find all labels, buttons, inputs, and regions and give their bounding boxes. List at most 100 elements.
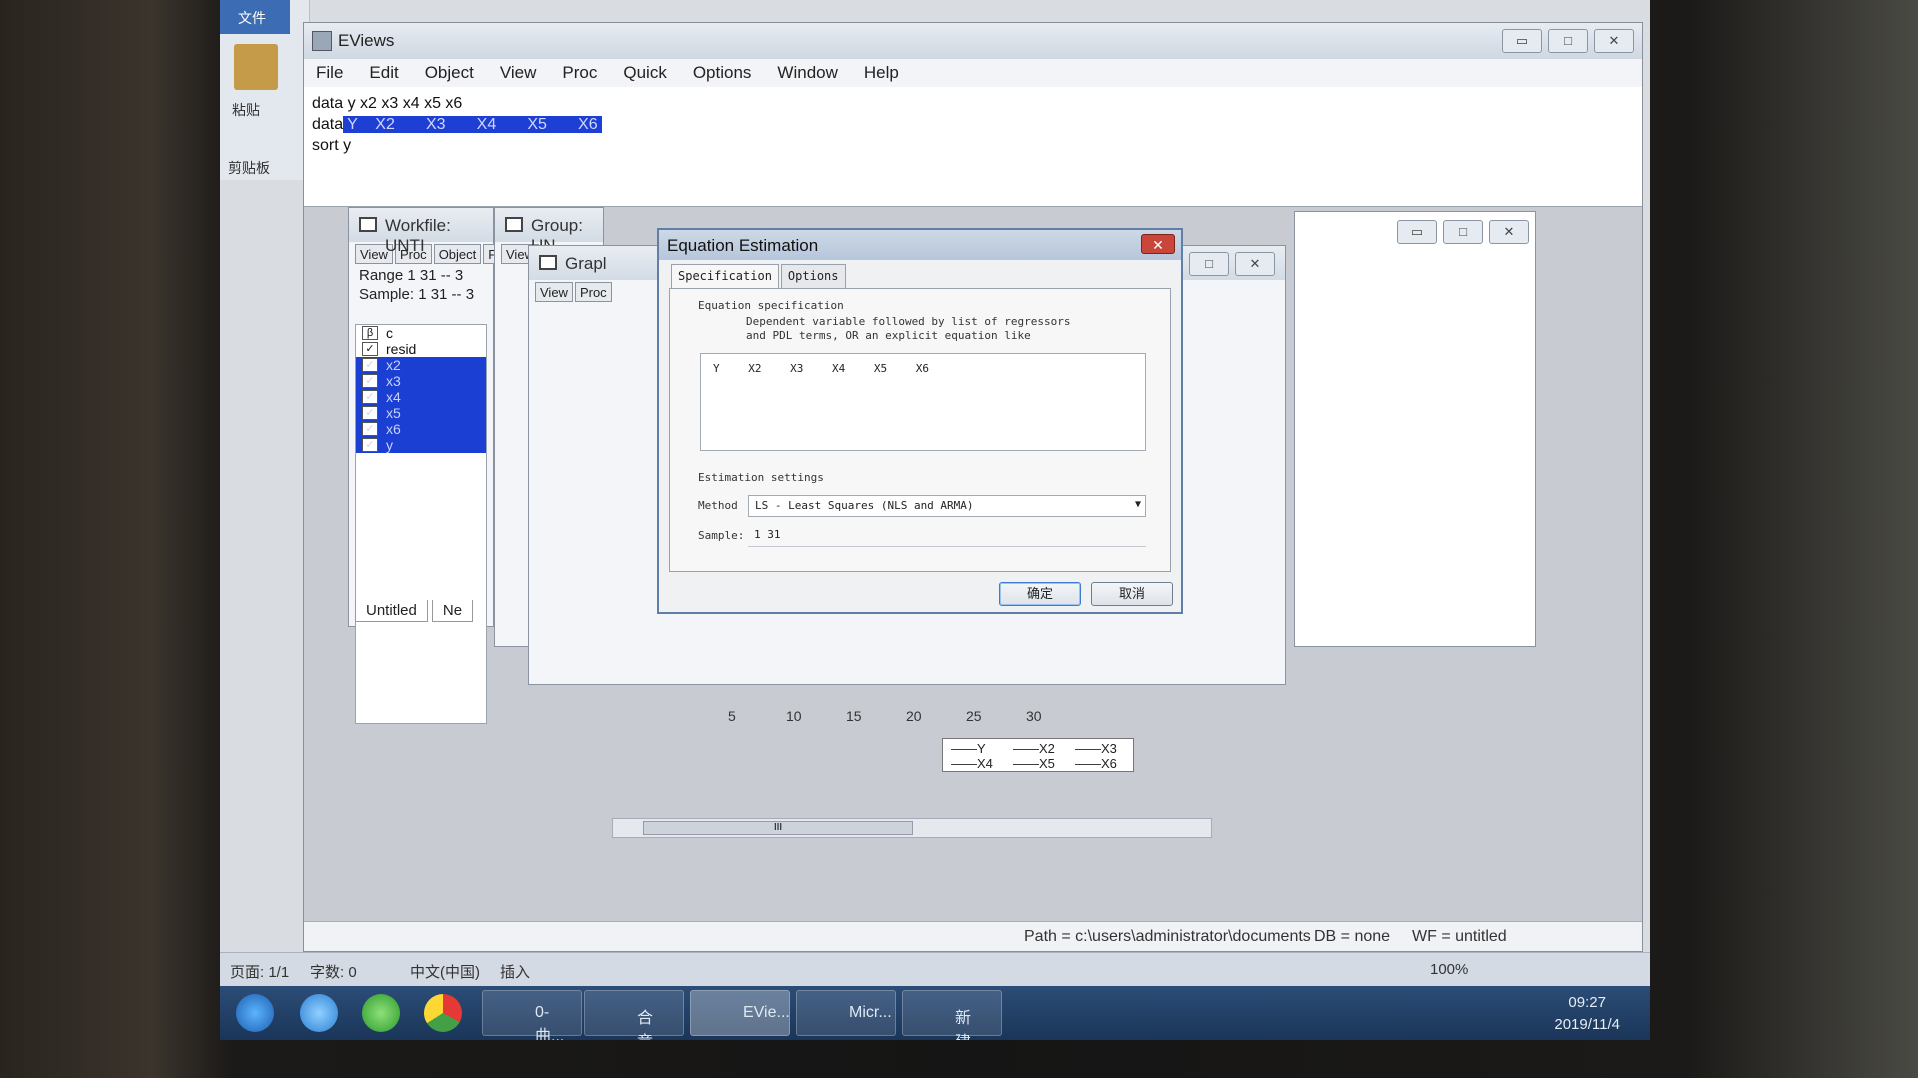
close-icon[interactable]: ✕ [1141, 234, 1175, 254]
workfile-titlebar[interactable]: Workfile: UNTI [349, 208, 493, 255]
graph-hscrollbar[interactable]: III [612, 818, 1212, 838]
tick-label: 20 [906, 708, 922, 724]
graph-legend: —— Y —— X2 —— X3 —— X4 —— X5 —— X6 [942, 738, 1134, 772]
menu-edit[interactable]: Edit [369, 59, 398, 87]
method-label: Method [698, 499, 738, 512]
menu-help[interactable]: Help [864, 59, 899, 87]
list-item[interactable]: ✓ x2 [356, 357, 486, 373]
series-icon: ✓ [362, 438, 378, 452]
legend-item: —— Y [951, 741, 986, 756]
minimize-icon[interactable]: ▭ [1502, 29, 1542, 53]
taskbar-item-folder-2[interactable]: 合章... [584, 990, 684, 1040]
taskbar-item-eviews[interactable]: EVie... [690, 990, 790, 1036]
list-item[interactable]: ✓ x6 [356, 421, 486, 437]
list-item[interactable]: ✓ resid [356, 341, 486, 357]
window-icon [505, 217, 523, 232]
command-line-1: data y x2 x3 x4 x5 x6 [312, 95, 463, 112]
dialog-titlebar[interactable]: Equation Estimation ✕ [659, 230, 1181, 260]
system-clock[interactable]: 09:27 2019/11/4 [1554, 992, 1620, 1036]
cancel-button[interactable]: 取消 [1091, 582, 1173, 606]
estimation-group-label: Estimation settings [698, 471, 824, 484]
sample-input[interactable]: 1 31 [748, 525, 1146, 547]
menu-proc[interactable]: Proc [562, 59, 597, 87]
insert-mode[interactable]: 插入 [500, 961, 530, 982]
sample-info[interactable]: Sample: 1 31 -- 3 [349, 285, 493, 304]
tab-new[interactable]: Ne [431, 600, 474, 622]
proc-button[interactable]: Proc [574, 282, 612, 302]
clipboard-label: 剪贴板 [228, 160, 270, 176]
db-status: DB = none [1314, 928, 1391, 945]
method-value: LS - Least Squares (NLS and ARMA) [755, 499, 974, 512]
eviews-titlebar[interactable]: EViews ▭ □ ✕ [304, 23, 1642, 59]
paste-label[interactable]: 粘贴 [232, 100, 260, 120]
paste-icon[interactable] [234, 44, 278, 90]
language[interactable]: 中文(中国) [410, 961, 480, 982]
list-item[interactable]: βc [356, 325, 486, 341]
method-select[interactable]: LS - Least Squares (NLS and ARMA) ▼ [748, 495, 1146, 517]
equation-group-label: Equation specification [698, 299, 844, 312]
legend-item: —— X6 [1075, 756, 1117, 771]
page-count[interactable]: 页面: 1/1 [230, 961, 289, 982]
series-icon: ✓ [362, 422, 378, 436]
menu-quick[interactable]: Quick [623, 59, 666, 87]
ok-button[interactable]: 确定 [999, 582, 1081, 606]
clock-date: 2019/11/4 [1554, 1016, 1620, 1033]
minimize-icon[interactable]: ▭ [1397, 220, 1437, 244]
start-button-icon[interactable] [236, 994, 274, 1032]
command-line-2: data Y X2 X3 X4 X5 X6 [312, 114, 1634, 135]
tab-specification[interactable]: Specification [671, 264, 779, 290]
equation-input[interactable]: Y X2 X3 X4 X5 X6 [700, 353, 1146, 451]
view-button[interactable]: View [535, 282, 573, 302]
series-icon: ✓ [362, 406, 378, 420]
screen: 文件 粘贴 剪贴板 EViews ▭ □ ✕ File Edit Object … [220, 0, 1650, 1040]
scroll-thumb[interactable]: III [643, 821, 913, 835]
window-icon [359, 217, 377, 232]
menu-options[interactable]: Options [693, 59, 752, 87]
menu-window[interactable]: Window [777, 59, 837, 87]
list-item[interactable]: ✓ x5 [356, 405, 486, 421]
zoom-level[interactable]: 100% [1430, 961, 1468, 978]
chrome-icon[interactable] [424, 994, 462, 1032]
close-icon[interactable]: ✕ [1235, 252, 1275, 276]
maximize-icon[interactable]: □ [1189, 252, 1229, 276]
tab-options[interactable]: Options [780, 264, 846, 290]
list-item[interactable]: ✓ x4 [356, 389, 486, 405]
spreadsheet-window[interactable]: ▭ □ ✕ [1294, 211, 1536, 647]
dialog-tabs: Specification Options [671, 264, 846, 290]
workfile-tabs: Untitled Ne [355, 600, 477, 622]
command-window[interactable]: data y x2 x3 x4 x5 x6 data Y X2 X3 X4 X5 … [304, 87, 1642, 207]
list-item[interactable]: ✓ x3 [356, 373, 486, 389]
menu-object[interactable]: Object [425, 59, 474, 87]
menu-view[interactable]: View [500, 59, 537, 87]
word-file-tab[interactable]: 文件 [220, 0, 290, 34]
sheet-window-controls: ▭ □ ✕ [1397, 220, 1529, 244]
object-list: βc ✓ resid ✓ x2 ✓ x3 ✓ x4 ✓ x5 ✓ x6 ✓ y [355, 324, 487, 724]
graph-title: Grapl [565, 254, 607, 273]
taskbar-item-word[interactable]: 新建... [902, 990, 1002, 1040]
object-button[interactable]: Object [433, 244, 482, 264]
workfile-window[interactable]: Workfile: UNTI View Proc Object P Range … [348, 207, 502, 724]
specification-panel: Equation specification Dependent variabl… [669, 288, 1171, 572]
list-item[interactable]: ✓ y [356, 437, 486, 453]
tick-label: 10 [786, 708, 802, 724]
word-count[interactable]: 字数: 0 [310, 961, 357, 982]
range-info[interactable]: Range 1 31 -- 3 [349, 266, 493, 285]
taskbar-item-folder-1[interactable]: 0-曲... [482, 990, 582, 1040]
group-titlebar[interactable]: Group: UN [495, 208, 603, 255]
chevron-down-icon[interactable]: ▼ [1135, 499, 1141, 510]
tab-untitled[interactable]: Untitled [355, 600, 428, 622]
maximize-icon[interactable]: □ [1443, 220, 1483, 244]
legend-item: —— X5 [1013, 756, 1055, 771]
ie-icon[interactable] [300, 994, 338, 1032]
maximize-icon[interactable]: □ [1548, 29, 1588, 53]
dialog-title: Equation Estimation [667, 236, 819, 255]
browser-360-icon[interactable] [362, 994, 400, 1032]
close-icon[interactable]: ✕ [1489, 220, 1529, 244]
command-line-3: sort y [312, 137, 352, 154]
taskbar-item-excel[interactable]: Micr... [796, 990, 896, 1036]
eviews-title: EViews [338, 31, 395, 50]
path-status: Path = c:\users\administrator\documents [1024, 928, 1311, 945]
close-icon[interactable]: ✕ [1594, 29, 1634, 53]
equation-hint-2: and PDL terms, OR an explicit equation l… [746, 329, 1031, 342]
menu-file[interactable]: File [316, 59, 343, 87]
